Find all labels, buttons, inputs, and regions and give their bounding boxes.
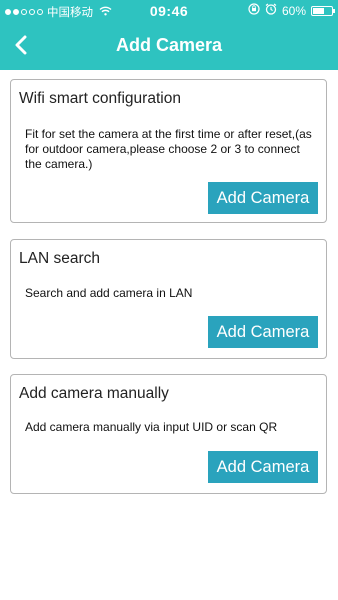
status-right: 60% [248,3,335,18]
add-camera-button-lan[interactable]: Add Camera [208,316,318,348]
rotation-lock-icon [248,3,260,18]
page-title: Add Camera [115,35,223,55]
add-camera-button-wifi[interactable]: Add Camera [208,182,318,214]
option-description: Add camera manually via input UID or sca… [25,420,278,434]
option-card-manual: Add camera manually Add camera manually … [10,374,327,494]
option-title: Wifi smart configuration [19,90,181,107]
app-header: 中国移动 09:46 60% Add Camera [0,0,338,70]
battery-icon [311,5,335,16]
battery-percentage: 60% [281,3,306,18]
option-card-lan-search: LAN search Search and add camera in LAN … [10,239,327,359]
option-title: Add camera manually [19,385,169,402]
option-title: LAN search [19,250,100,267]
option-description: Fit for set the camera at the first time… [25,127,312,171]
alarm-icon [265,3,277,18]
option-description: Search and add camera in LAN [25,286,193,300]
status-bar: 中国移动 09:46 60% [0,0,338,22]
navigation-bar: Add Camera [0,22,338,70]
battery-fill [313,7,324,14]
add-camera-button-manual[interactable]: Add Camera [208,451,318,483]
option-card-wifi-smart-config: Wifi smart configuration Fit for set the… [10,79,327,223]
